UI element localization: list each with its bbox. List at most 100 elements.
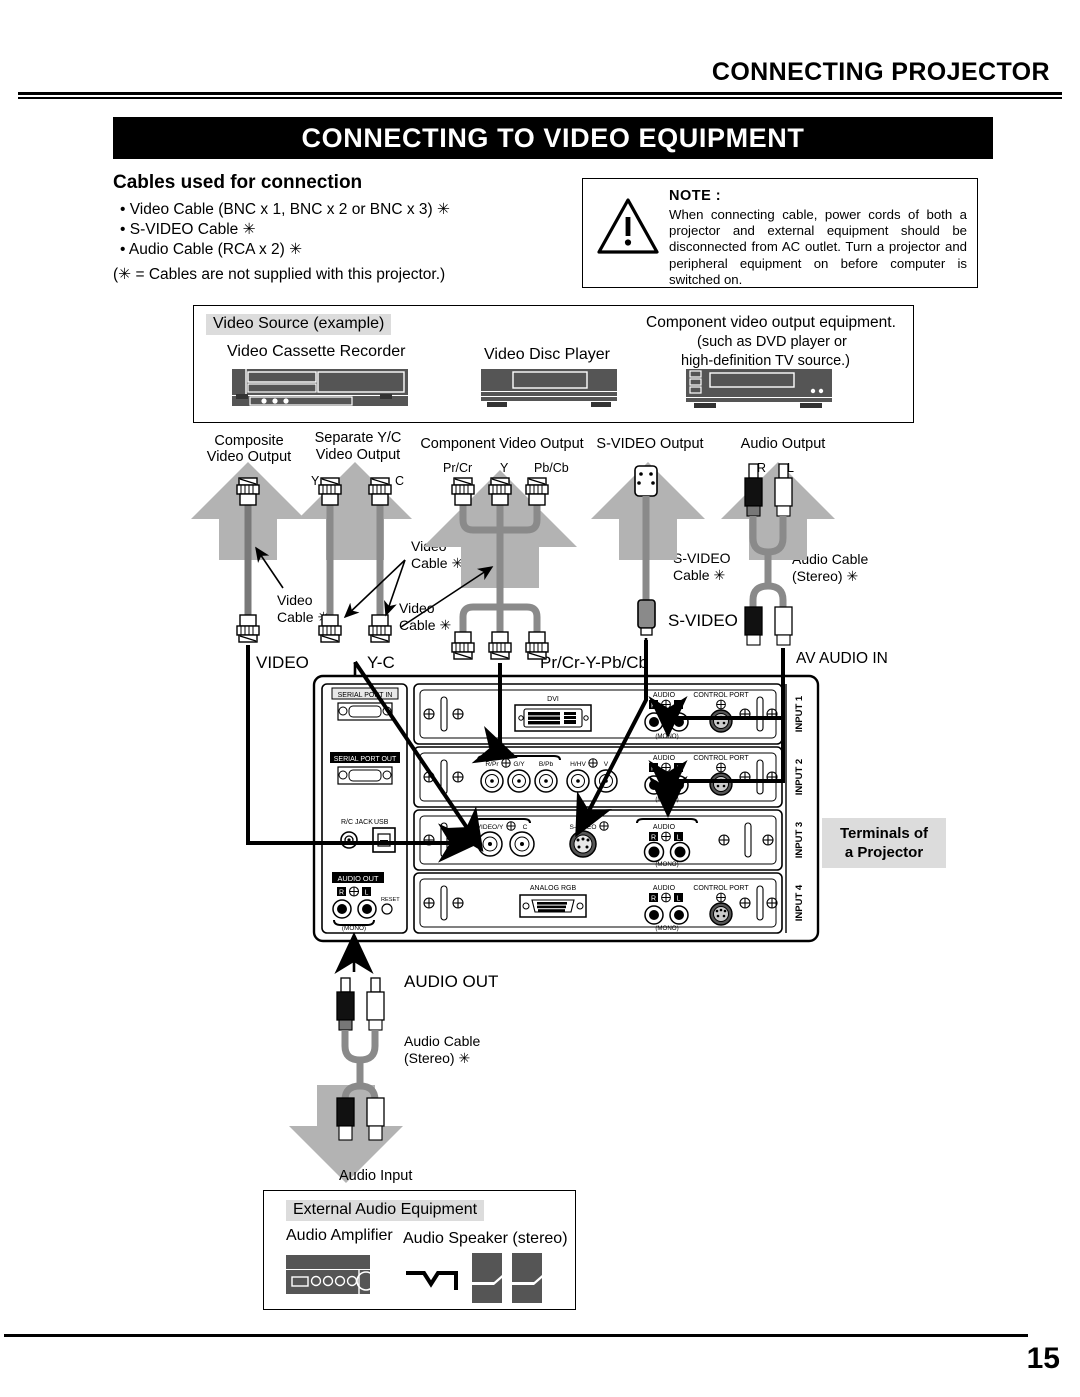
svg-text:V: V <box>604 761 609 768</box>
svideo-cable <box>634 465 658 636</box>
svg-text:G/Y: G/Y <box>513 761 525 768</box>
audio-pin-l-label: L <box>787 461 794 475</box>
serial-port-in-group: SERIAL PORT IN <box>331 687 399 721</box>
svg-text:R: R <box>651 896 656 903</box>
rc-jack-usb-group: R/C JACK USB <box>340 819 396 853</box>
svideo-plug-label: S-VIDEO <box>668 611 738 630</box>
terminals-callout-line2: a Projector <box>844 844 924 861</box>
cable-list-item: • Video Cable (BNC x 1, BNC x 2 or BNC x… <box>120 201 450 218</box>
note-box: NOTE : When connecting cable, power cord… <box>582 178 978 288</box>
component-terminal-label: Pr/Cr-Y-Pb/Cb <box>540 653 649 672</box>
component-video-cable <box>459 497 541 640</box>
input-4-row: ANALOG RGB AUDIO R L (MONO) CONTROL PORT… <box>413 872 805 934</box>
separate-yc-label-line1: Separate Y/C <box>314 430 402 446</box>
rca-plug-l-out-bottom <box>366 1097 385 1141</box>
terminal-leader-lines <box>246 638 785 684</box>
footer-divider <box>4 1334 1028 1337</box>
svg-text:DVI: DVI <box>547 696 559 703</box>
svg-text:R/C JACK: R/C JACK <box>341 819 373 826</box>
audio-out-section-title: AUDIO OUT <box>404 972 499 991</box>
svg-text:SERIAL PORT IN: SERIAL PORT IN <box>338 692 393 699</box>
svideo-cable-label: S-VIDEO Cable ✳ <box>673 550 731 583</box>
page-title: CONNECTING TO VIDEO EQUIPMENT <box>113 117 993 159</box>
svg-text:CONTROL PORT: CONTROL PORT <box>693 885 749 892</box>
connection-routing-arrows <box>246 640 785 863</box>
svg-text:AUDIO OUT: AUDIO OUT <box>337 874 379 883</box>
composite-output-label-line2: Video Output <box>206 449 292 465</box>
component-pin-y-label: Y <box>500 461 509 475</box>
video-source-box: Video Source (example) Video Cassette Re… <box>193 305 914 423</box>
svg-text:AUDIO: AUDIO <box>653 692 676 699</box>
audio-pin-r-label: R <box>757 461 767 475</box>
yc-pin-c-label: C <box>395 474 405 488</box>
serial-port-out-group: SERIAL PORT OUT <box>330 752 400 785</box>
external-audio-equipment-box: External Audio Equipment Audio Amplifier… <box>263 1190 576 1310</box>
external-audio-tag: External Audio Equipment <box>286 1200 485 1221</box>
input-3-row: VIDEO/Y C S-VIDEO AUDIO R L (MONO) INPUT… <box>413 809 805 871</box>
input-1-row: DVI AUDIO R L (MONO) CONTROL PORT INPUT … <box>413 683 805 745</box>
page-number: 15 <box>1026 1342 1060 1375</box>
svg-text:CONTROL PORT: CONTROL PORT <box>693 692 749 699</box>
svg-text:L: L <box>677 835 681 842</box>
running-head: CONNECTING PROJECTOR <box>711 58 1050 86</box>
rca-plug-r-out-top <box>336 977 355 1031</box>
note-title: NOTE : <box>669 188 722 204</box>
cable-list-item: • Audio Cable (RCA x 2) ✳ <box>120 241 303 258</box>
svg-text:CONTROL PORT: CONTROL PORT <box>693 755 749 762</box>
rca-plug-l-bottom <box>774 606 793 646</box>
component-pin-prcr-label: Pr/Cr <box>443 461 473 475</box>
svg-text:RESET: RESET <box>381 897 400 903</box>
source-arrow-shapes <box>191 462 835 588</box>
svg-text:R: R <box>651 766 656 773</box>
yc-terminal-label: Y-C <box>367 653 395 672</box>
video-terminal-label: VIDEO <box>256 653 309 672</box>
svg-text:L: L <box>677 896 681 903</box>
rca-plug-r-bottom <box>744 606 763 646</box>
note-body: When connecting cable, power cords of bo… <box>669 207 967 287</box>
svg-text:INPUT 3: INPUT 3 <box>794 822 805 858</box>
svg-text:INPUT 1: INPUT 1 <box>794 695 805 732</box>
audio-output-label: Audio Output <box>740 436 826 452</box>
video-cable-label-3: Video Cable ✳ <box>399 600 452 633</box>
audio-speaker-label: Audio Speaker (stereo) <box>403 1230 568 1247</box>
svideo-output-label: S-VIDEO Output <box>596 436 704 452</box>
video-disc-player-label: Video Disc Player <box>484 346 610 363</box>
svg-text:AUDIO: AUDIO <box>653 755 676 762</box>
svg-text:ANALOG RGB: ANALOG RGB <box>530 885 577 892</box>
yc-video-cables <box>318 477 406 643</box>
cables-footnote: (✳ = Cables are not supplied with this p… <box>113 266 446 283</box>
svg-text:INPUT 4: INPUT 4 <box>794 884 805 921</box>
video-disc-player-illustration <box>481 369 617 407</box>
audio-amplifier-label: Audio Amplifier <box>286 1227 393 1244</box>
cables-heading: Cables used for connection <box>113 172 363 193</box>
svg-text:R/Pr: R/Pr <box>485 761 499 768</box>
component-device-illustration <box>686 369 832 408</box>
component-pin-pbcb-label: Pb/Cb <box>534 461 569 475</box>
component-caption-line: Component video output equipment. <box>646 314 896 331</box>
svg-text:L: L <box>677 703 681 710</box>
audio-input-label: Audio Input <box>339 1168 413 1184</box>
svg-text:SERIAL PORT OUT: SERIAL PORT OUT <box>334 756 397 763</box>
svg-text:R: R <box>651 835 656 842</box>
yc-pin-y-label: Y <box>311 474 320 488</box>
header-divider <box>18 92 1062 99</box>
rca-plug-r-out-bottom <box>336 1097 355 1141</box>
video-cable-label-1: Video Cable ✳ <box>277 592 330 625</box>
audio-out-group: AUDIO OUT R L RESET (MONO) <box>332 872 400 932</box>
vcr-label: Video Cassette Recorder <box>227 343 406 360</box>
input-2-row: R/Pr G/Y B/Pb H/HV V AUDIO R L (MONO) CO… <box>413 746 805 808</box>
av-audio-in-label: AV AUDIO IN <box>796 650 888 667</box>
svg-text:(MONO): (MONO) <box>655 796 678 803</box>
svg-text:(MONO): (MONO) <box>655 861 678 868</box>
svg-text:C: C <box>523 824 528 831</box>
audio-cable-top <box>744 463 793 646</box>
terminals-of-projector-callout: Terminals of a Projector <box>822 818 946 868</box>
composite-output-label-line1: Composite <box>214 433 284 449</box>
projector-terminal-panel <box>312 674 820 943</box>
svg-text:AUDIO: AUDIO <box>653 885 676 892</box>
svg-text:S-VIDEO: S-VIDEO <box>569 824 596 831</box>
svg-text:USB: USB <box>374 819 389 826</box>
svg-text:R: R <box>651 703 656 710</box>
vcr-illustration <box>232 369 408 406</box>
svg-text:VIDEO/Y: VIDEO/Y <box>477 824 504 831</box>
